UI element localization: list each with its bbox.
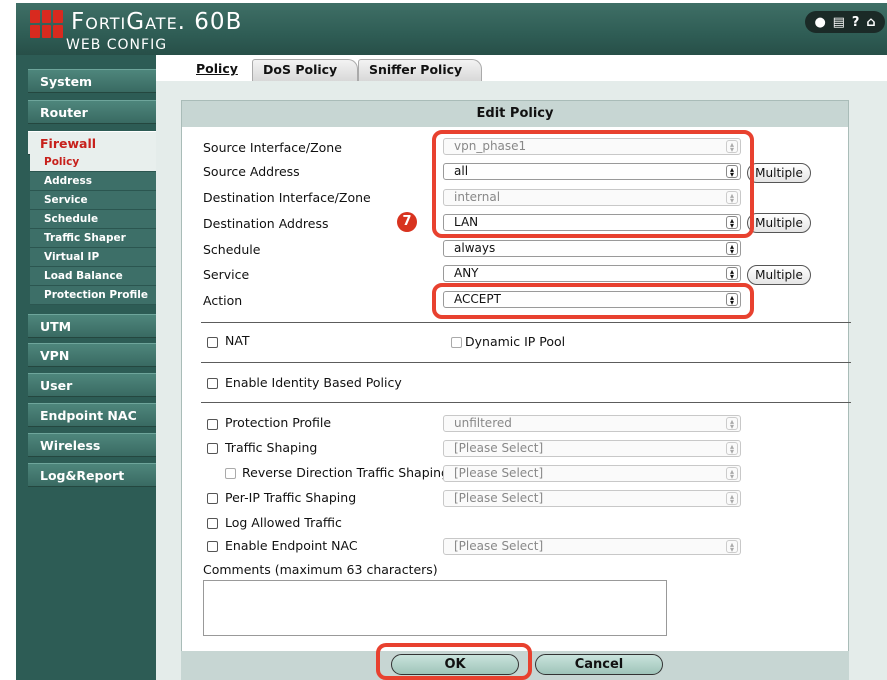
select-arrows-icon: ▴ ▾ bbox=[726, 467, 738, 481]
firewall-submenu: Policy Address Service Schedule Traffic … bbox=[30, 153, 156, 305]
destination-address-multiple-button[interactable]: Multiple bbox=[747, 213, 811, 233]
tab-sniffer-policy[interactable]: Sniffer Policy bbox=[358, 59, 482, 81]
sidebar-item-firewall[interactable]: Firewall bbox=[28, 131, 156, 155]
nat-label: NAT bbox=[225, 333, 250, 348]
highlight-ok bbox=[376, 643, 532, 680]
protection-profile-value: unfiltered bbox=[454, 416, 512, 430]
log-allowed-traffic-checkbox[interactable] bbox=[207, 518, 218, 529]
field-label-source-address: Source Address bbox=[203, 164, 300, 179]
field-label-source-interface: Source Interface/Zone bbox=[203, 140, 342, 155]
sidebar-item-vpn[interactable]: VPN bbox=[28, 343, 156, 367]
sidebar-item-wireless-controller[interactable]: Wireless Controller bbox=[28, 433, 156, 477]
reverse-traffic-shaping-checkbox bbox=[225, 468, 236, 479]
sidebar-subitem-traffic-shaper[interactable]: Traffic Shaper bbox=[30, 229, 156, 248]
reverse-traffic-shaping-select: [Please Select] ▴ ▾ bbox=[443, 465, 741, 482]
divider bbox=[201, 362, 851, 363]
sidebar-item-endpoint-nac[interactable]: Endpoint NAC bbox=[28, 403, 156, 427]
nat-checkbox[interactable] bbox=[207, 337, 218, 348]
sidebar-subitem-policy[interactable]: Policy bbox=[30, 153, 156, 172]
protection-profile-checkbox[interactable] bbox=[207, 419, 218, 430]
step-badge: 7 bbox=[397, 212, 417, 232]
reverse-traffic-shaping-label: Reverse Direction Traffic Shaping bbox=[242, 465, 449, 480]
service-value: ANY bbox=[454, 266, 479, 280]
identity-based-policy-label: Enable Identity Based Policy bbox=[225, 375, 402, 390]
sidebar-item-system[interactable]: System bbox=[28, 69, 156, 93]
field-label-destination-address: Destination Address bbox=[203, 216, 329, 231]
sidebar-subitem-address[interactable]: Address bbox=[30, 172, 156, 191]
endpoint-nac-value: [Please Select] bbox=[454, 539, 544, 553]
protection-profile-label: Protection Profile bbox=[225, 415, 332, 430]
select-arrows-icon: ▴ ▾ bbox=[726, 267, 738, 281]
sidebar: System Router Firewall Policy Address Se… bbox=[16, 55, 156, 680]
schedule-value: always bbox=[454, 241, 496, 255]
tab-policy[interactable]: Policy bbox=[186, 59, 252, 81]
per-ip-traffic-shaping-select: [Please Select] ▴ ▾ bbox=[443, 490, 741, 507]
help-icon[interactable]: ? bbox=[852, 15, 860, 30]
traffic-shaping-label: Traffic Shaping bbox=[225, 440, 318, 455]
top-toolbar: ● ▤ ? ⌂ bbox=[805, 11, 885, 33]
field-label-schedule: Schedule bbox=[203, 242, 261, 257]
endpoint-nac-select: [Please Select] ▴ ▾ bbox=[443, 538, 741, 555]
reverse-traffic-shaping-value: [Please Select] bbox=[454, 466, 544, 480]
sidebar-item-utm[interactable]: UTM bbox=[28, 314, 156, 338]
logout-icon[interactable]: ⌂ bbox=[866, 15, 875, 30]
per-ip-traffic-shaping-checkbox[interactable] bbox=[207, 493, 218, 504]
dynamic-ip-pool-label: Dynamic IP Pool bbox=[465, 334, 566, 349]
comments-textarea[interactable] bbox=[203, 580, 667, 636]
sidebar-subitem-protection-profile[interactable]: Protection Profile bbox=[30, 286, 156, 305]
sidebar-item-router[interactable]: Router bbox=[28, 100, 156, 124]
traffic-shaping-value: [Please Select] bbox=[454, 441, 544, 455]
log-allowed-traffic-label: Log Allowed Traffic bbox=[225, 515, 342, 530]
tab-dos-policy[interactable]: DoS Policy bbox=[252, 59, 358, 81]
traffic-shaping-checkbox[interactable] bbox=[207, 443, 218, 454]
brand-title: FortiGate. 60B bbox=[71, 9, 243, 35]
per-ip-traffic-shaping-label: Per-IP Traffic Shaping bbox=[225, 490, 357, 505]
sidebar-subitem-schedule[interactable]: Schedule bbox=[30, 210, 156, 229]
field-label-action: Action bbox=[203, 293, 243, 308]
identity-based-policy-checkbox[interactable] bbox=[207, 378, 218, 389]
select-arrows-icon: ▴ ▾ bbox=[726, 442, 738, 456]
brand-subtitle: WEB CONFIG bbox=[66, 37, 168, 53]
sidebar-subitem-service[interactable]: Service bbox=[30, 191, 156, 210]
endpoint-nac-label: Enable Endpoint NAC bbox=[225, 538, 358, 553]
field-label-destination-interface: Destination Interface/Zone bbox=[203, 190, 371, 205]
service-multiple-button[interactable]: Multiple bbox=[747, 265, 811, 285]
speech-icon[interactable]: ● bbox=[814, 15, 825, 30]
select-arrows-icon: ▴ ▾ bbox=[726, 540, 738, 554]
select-arrows-icon: ▴ ▾ bbox=[726, 242, 738, 256]
panel-title: Edit Policy bbox=[182, 101, 848, 127]
field-label-service: Service bbox=[203, 267, 250, 282]
highlight-addresses bbox=[432, 130, 754, 238]
sidebar-item-log-report[interactable]: Log&Report bbox=[28, 463, 156, 487]
service-select[interactable]: ANY ▴ ▾ bbox=[443, 265, 741, 282]
cancel-button[interactable]: Cancel bbox=[535, 654, 663, 675]
sidebar-subitem-virtual-ip[interactable]: Virtual IP bbox=[30, 248, 156, 267]
comments-label: Comments (maximum 63 characters) bbox=[203, 562, 438, 577]
source-address-multiple-button[interactable]: Multiple bbox=[747, 163, 811, 183]
select-arrows-icon: ▴ ▾ bbox=[726, 417, 738, 431]
select-arrows-icon: ▴ ▾ bbox=[726, 492, 738, 506]
per-ip-traffic-shaping-value: [Please Select] bbox=[454, 491, 544, 505]
document-icon[interactable]: ▤ bbox=[833, 15, 845, 30]
fortinet-logo-icon bbox=[30, 10, 63, 38]
header-bar: FortiGate. 60B WEB CONFIG ● ▤ ? ⌂ bbox=[16, 3, 887, 55]
schedule-select[interactable]: always ▴ ▾ bbox=[443, 240, 741, 257]
divider bbox=[201, 322, 851, 323]
endpoint-nac-checkbox[interactable] bbox=[207, 541, 218, 552]
tab-strip: Policy DoS Policy Sniffer Policy bbox=[156, 55, 887, 81]
protection-profile-select: unfiltered ▴ ▾ bbox=[443, 415, 741, 432]
sidebar-item-user[interactable]: User bbox=[28, 373, 156, 397]
sidebar-subitem-load-balance[interactable]: Load Balance bbox=[30, 267, 156, 286]
dynamic-ip-pool-checkbox bbox=[451, 337, 462, 348]
traffic-shaping-select: [Please Select] ▴ ▾ bbox=[443, 440, 741, 457]
divider bbox=[201, 402, 851, 403]
highlight-action bbox=[432, 283, 754, 319]
